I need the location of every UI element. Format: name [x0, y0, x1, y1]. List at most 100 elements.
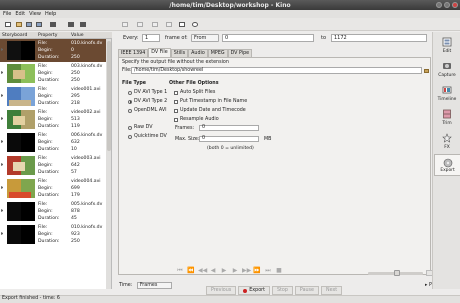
menu-edit[interactable]: Edit: [15, 11, 25, 17]
save-icon[interactable]: [24, 20, 33, 28]
expander-icon[interactable]: [1, 94, 4, 97]
check-resample-audio[interactable]: Resample Audio: [174, 117, 219, 122]
cut-icon[interactable]: [120, 20, 129, 28]
storyboard-clip[interactable]: File: video004.avi Begin: 699 Duration: …: [0, 177, 108, 200]
open-file-icon[interactable]: [14, 20, 23, 28]
next-button[interactable]: Next: [321, 286, 343, 295]
storyboard-clip[interactable]: File: video001.avi Begin: 295 Duration: …: [0, 85, 108, 108]
rewind-icon[interactable]: ◀◀: [198, 268, 207, 275]
close-window-button[interactable]: [452, 2, 458, 8]
start-frame-spinner[interactable]: 0: [222, 33, 314, 42]
storyboard-clip[interactable]: File: 010.kinofx.dv Begin: 0 Duration: 2…: [0, 39, 108, 62]
previous-button[interactable]: Previous: [206, 286, 237, 295]
storyboard-column-header[interactable]: Storyboard: [2, 33, 27, 38]
storyboard-clip[interactable]: File: video003.avi Begin: 642 Duration: …: [0, 154, 108, 177]
split-scene-icon[interactable]: [164, 20, 173, 28]
check-auto-split-files[interactable]: Auto Split Files: [174, 90, 215, 95]
pause-button[interactable]: Pause: [294, 286, 319, 295]
new-project-icon[interactable]: [3, 20, 12, 28]
storyboard-clip[interactable]: File: video002.avi Begin: 513 Duration: …: [0, 108, 108, 131]
position-slider[interactable]: [368, 270, 423, 276]
radio-dv-avi-type-1[interactable]: DV AVI Type 1: [128, 90, 167, 95]
end-of-movie-icon[interactable]: ⏭: [264, 268, 272, 275]
insert-before-icon[interactable]: [66, 20, 75, 28]
sidebar-item-edit[interactable]: Edit: [434, 34, 460, 56]
fast-forward-icon[interactable]: ▶▶: [242, 268, 251, 275]
checkbox-indicator[interactable]: [174, 90, 178, 95]
slider-knob[interactable]: [394, 270, 400, 276]
expander-icon[interactable]: [1, 71, 4, 74]
expander-icon[interactable]: [1, 186, 4, 189]
scrollbar-thumb[interactable]: [107, 41, 111, 151]
insert-after-icon[interactable]: [78, 20, 87, 28]
tab-ieee-1394[interactable]: IEEE 1394: [118, 49, 149, 57]
move-left-icon[interactable]: [48, 20, 57, 28]
export-button[interactable]: Export: [238, 286, 270, 295]
tab-dv-pipe[interactable]: DV Pipe: [227, 49, 253, 57]
expander-icon[interactable]: [1, 232, 4, 235]
paste-icon[interactable]: [150, 20, 159, 28]
max-size-spinner[interactable]: 0: [199, 136, 259, 142]
tab-dv-file[interactable]: DV File: [148, 48, 171, 57]
browse-folder-icon[interactable]: [423, 67, 430, 74]
radio-indicator[interactable]: [128, 108, 132, 113]
menu-view[interactable]: View: [29, 11, 41, 17]
every-spinner[interactable]: 1: [142, 33, 160, 42]
stop-button[interactable]: Stop: [271, 286, 293, 295]
expander-icon[interactable]: [1, 117, 4, 120]
sidebar-item-trim[interactable]: Trim: [434, 106, 460, 128]
maximize-button[interactable]: [444, 2, 450, 8]
stop-icon[interactable]: ■: [275, 268, 283, 275]
radio-indicator[interactable]: [128, 134, 132, 139]
forward-frame-icon[interactable]: ▶: [231, 268, 239, 275]
checkbox-indicator[interactable]: [174, 99, 178, 104]
radio-opendml-avi[interactable]: OpenDML AVI: [128, 108, 167, 113]
storyboard-clip[interactable]: File: 005.kinofx.dv Begin: 878 Duration:…: [0, 200, 108, 223]
expander-icon[interactable]: [1, 48, 4, 51]
expander-icon[interactable]: [1, 163, 4, 166]
storyboard-list[interactable]: File: 010.kinofx.dv Begin: 0 Duration: 2…: [0, 39, 112, 289]
checkbox-indicator[interactable]: [174, 108, 178, 113]
sidebar-item-capture[interactable]: Capture: [434, 58, 460, 80]
expander-icon[interactable]: [1, 209, 4, 212]
storyboard-clip[interactable]: File: 006.kinofx.dv Begin: 632 Duration:…: [0, 131, 108, 154]
tab-mpeg[interactable]: MPEG: [207, 49, 228, 57]
zoom-icon[interactable]: [190, 20, 199, 28]
sidebar-item-export[interactable]: Export: [434, 154, 460, 176]
radio-indicator[interactable]: [128, 125, 132, 130]
check-timestamp-in-filename[interactable]: Put Timestamp in File Name: [174, 99, 247, 104]
file-path-input[interactable]: /home/tim/Desktop/showreel: [131, 67, 422, 74]
play-icon[interactable]: ▶: [220, 268, 228, 275]
previous-scene-icon[interactable]: ⏪: [187, 268, 195, 275]
expander-icon[interactable]: [1, 140, 4, 143]
range-select[interactable]: From: [191, 33, 219, 42]
radio-indicator[interactable]: [128, 99, 132, 104]
property-column-header[interactable]: Property: [38, 33, 57, 38]
minimize-button[interactable]: [436, 2, 442, 8]
next-scene-icon[interactable]: ⏩: [253, 268, 261, 275]
storyboard-clip[interactable]: File: 010.kinofx.dv Begin: 923 Duration:…: [0, 223, 108, 246]
tab-audio[interactable]: Audio: [188, 49, 208, 57]
time-format-select[interactable]: Frames: [136, 282, 173, 289]
sidebar-item-fx[interactable]: FX: [434, 130, 460, 152]
radio-dv-avi-type-2[interactable]: DV AVI Type 2: [128, 99, 167, 104]
save-as-icon[interactable]: [34, 20, 43, 28]
radio-raw-dv[interactable]: Raw DV: [128, 125, 153, 130]
radio-quicktime-dv[interactable]: Quicktime DV: [128, 134, 167, 139]
join-scenes-icon[interactable]: [177, 20, 186, 28]
storyboard-clip[interactable]: File: 003.kinofx.dv Begin: 250 Duration:…: [0, 62, 108, 85]
storyboard-scrollbar[interactable]: [106, 39, 111, 289]
radio-indicator[interactable]: [128, 90, 132, 95]
sidebar-item-timeline[interactable]: Timeline: [434, 82, 460, 104]
frames-spinner[interactable]: 0: [199, 125, 259, 131]
end-frame-spinner[interactable]: 1172: [331, 33, 427, 42]
value-column-header[interactable]: Value: [71, 33, 84, 38]
checkbox-indicator[interactable]: [174, 117, 178, 122]
start-of-movie-icon[interactable]: ⏮: [176, 268, 184, 275]
copy-icon[interactable]: [135, 20, 144, 28]
tab-stills[interactable]: Stills: [170, 49, 189, 57]
back-frame-icon[interactable]: ◀: [209, 268, 217, 275]
check-update-date-timecode[interactable]: Update Date and Timecode: [174, 108, 246, 113]
menu-help[interactable]: Help: [45, 11, 56, 17]
menu-file[interactable]: File: [3, 11, 11, 17]
